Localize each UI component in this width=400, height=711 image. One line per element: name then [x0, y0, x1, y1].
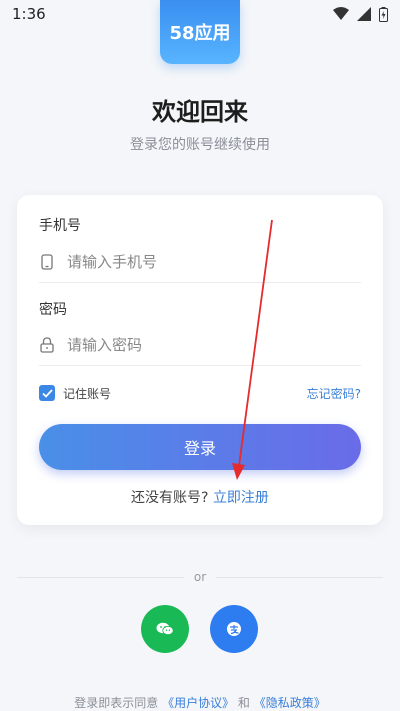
privacy-policy-link[interactable]: 《隐私政策》 — [254, 696, 326, 710]
alipay-login-button[interactable] — [210, 605, 258, 653]
remember-checkbox[interactable] — [39, 385, 55, 401]
signal-icon — [357, 7, 371, 21]
agreement-and: 和 — [237, 696, 250, 710]
lock-icon — [39, 337, 55, 353]
page-title: 欢迎回来 — [152, 98, 248, 126]
password-field-row[interactable] — [39, 325, 361, 366]
divider-line-right — [216, 576, 383, 578]
alipay-icon — [227, 622, 241, 636]
remember-account[interactable]: 记住账号 — [39, 385, 111, 402]
wechat-icon — [156, 622, 174, 636]
remember-row: 记住账号 忘记密码? — [39, 383, 361, 403]
remember-label: 记住账号 — [63, 386, 112, 401]
status-time: 1:36 — [12, 5, 46, 23]
login-card: 手机号 密码 — [17, 195, 383, 525]
phone-input[interactable] — [65, 252, 361, 272]
login-button[interactable]: 登录 — [39, 424, 361, 470]
or-divider: or — [17, 568, 383, 586]
password-input[interactable] — [65, 335, 361, 355]
register-link[interactable]: 立即注册 — [213, 490, 269, 506]
login-screen: 1:36 58应用 欢迎回来 登录您的账号继续使用 手机号 请输入手机号 密码 … — [0, 0, 400, 711]
no-account-text: 还没有账号? — [131, 490, 209, 506]
agreement-text: 登录即表示同意 《用户协议》 和 《隐私政策》 — [0, 694, 400, 711]
page-subtitle: 登录您的账号继续使用 — [130, 137, 270, 153]
wifi-icon — [333, 7, 349, 20]
status-icons — [333, 6, 388, 22]
divider-line-left — [17, 576, 184, 578]
user-agreement-link[interactable]: 《用户协议》 — [162, 696, 234, 710]
phone-icon — [39, 254, 55, 270]
password-label: 密码 — [39, 302, 67, 318]
check-icon — [41, 388, 53, 398]
register-row: 还没有账号? 立即注册 — [17, 487, 383, 507]
phone-label: 手机号 — [39, 218, 81, 234]
or-text: or — [193, 570, 207, 584]
phone-field-row[interactable] — [39, 242, 361, 283]
app-logo: 58应用 — [160, 0, 240, 64]
wechat-login-button[interactable] — [141, 605, 189, 653]
battery-icon — [379, 6, 388, 22]
agreement-prefix: 登录即表示同意 — [74, 696, 159, 710]
forgot-password-link[interactable]: 忘记密码? — [307, 385, 361, 402]
